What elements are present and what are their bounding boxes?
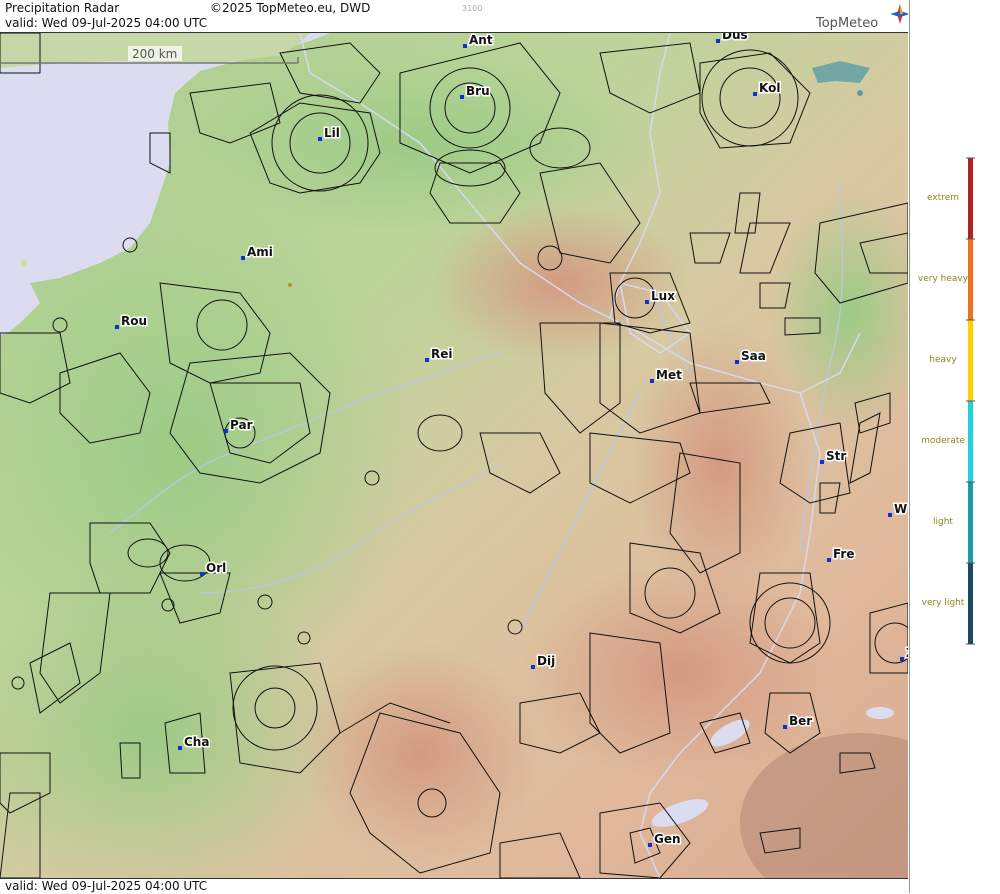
vosges [630,323,810,603]
city-dot [224,429,228,433]
legend-label: very heavy [917,273,969,284]
city-label: Dus [722,33,748,42]
city-dot [463,44,467,48]
city-label: Fre [833,547,855,561]
city-label: Met [656,368,682,382]
legend-label: extrem [926,192,960,203]
legend-label: moderate [921,435,965,446]
map-footer: valid: Wed 09-Jul-2025 04:00 UTC [0,878,908,894]
city-dot [820,460,824,464]
map-code: 3100 [462,4,483,13]
radar-map[interactable]: 200 km Ant Ant Dus Dus Bru Bru Kol Kol Lil Lil Ami… [0,33,908,878]
legend-label: very light [921,597,965,608]
copyright-text: ©2025 TopMeteo.eu, DWD [210,1,371,15]
city-label: Str [826,449,846,463]
city-dot [115,325,119,329]
city-dot [716,39,720,43]
city-label: Ber [789,714,812,728]
city-label: Saa [741,349,766,363]
precip-legend: extrem very heavy heavy moderate light very l… [909,0,1000,893]
city-label: Ami [247,245,273,259]
city-label: W [894,502,907,516]
city-dot [460,95,464,99]
city-dot [531,665,535,669]
city-label: Rou [121,314,147,328]
legend-label: light [933,516,953,527]
city-label: Par [230,418,253,432]
map-canvas: 200 km AntAnt DusDusBruBru KolKolLilLilAmi… [0,33,908,878]
city-label: Gen [654,832,681,846]
city-dot [648,843,652,847]
city-label: Lil [324,126,340,140]
valid-time: valid: Wed 09-Jul-2025 04:00 UTC [5,16,208,30]
legend-label: heavy [929,354,957,365]
city-dot [888,513,892,517]
city-label: Z [906,646,908,660]
city-label: Bru [466,84,490,98]
city-dot [645,300,649,304]
city-dot [241,256,245,260]
map-title: Precipitation Radar [5,1,120,15]
city-dot [735,360,739,364]
city-label: Cha [184,735,209,749]
legend-bar-svg [966,157,975,645]
city-dot [178,746,182,750]
massif-central [300,643,540,863]
scale-label: 200 km [132,47,177,61]
city-dot [827,558,831,562]
city-dot [753,92,757,96]
compass-star-icon [890,4,908,24]
city-dot [200,572,204,576]
city-label: Rei [431,347,453,361]
map-header: Precipitation Radar ©2025 TopMeteo.eu, D… [0,0,908,33]
city-dot [650,379,654,383]
city-dot [900,657,904,661]
city-dot [318,137,322,141]
city-label: Lux [651,289,675,303]
city-label: Dij [537,654,555,668]
city-dot [425,358,429,362]
city-label: Orl [206,561,226,575]
city-label: Kol [759,81,780,95]
city-dot [783,725,787,729]
city-label: Ant [469,33,493,47]
topmeteo-logo[interactable]: TopMeteo [812,2,908,32]
lake-zurich [866,707,894,719]
footer-valid-time: valid: Wed 09-Jul-2025 04:00 UTC [5,879,208,893]
